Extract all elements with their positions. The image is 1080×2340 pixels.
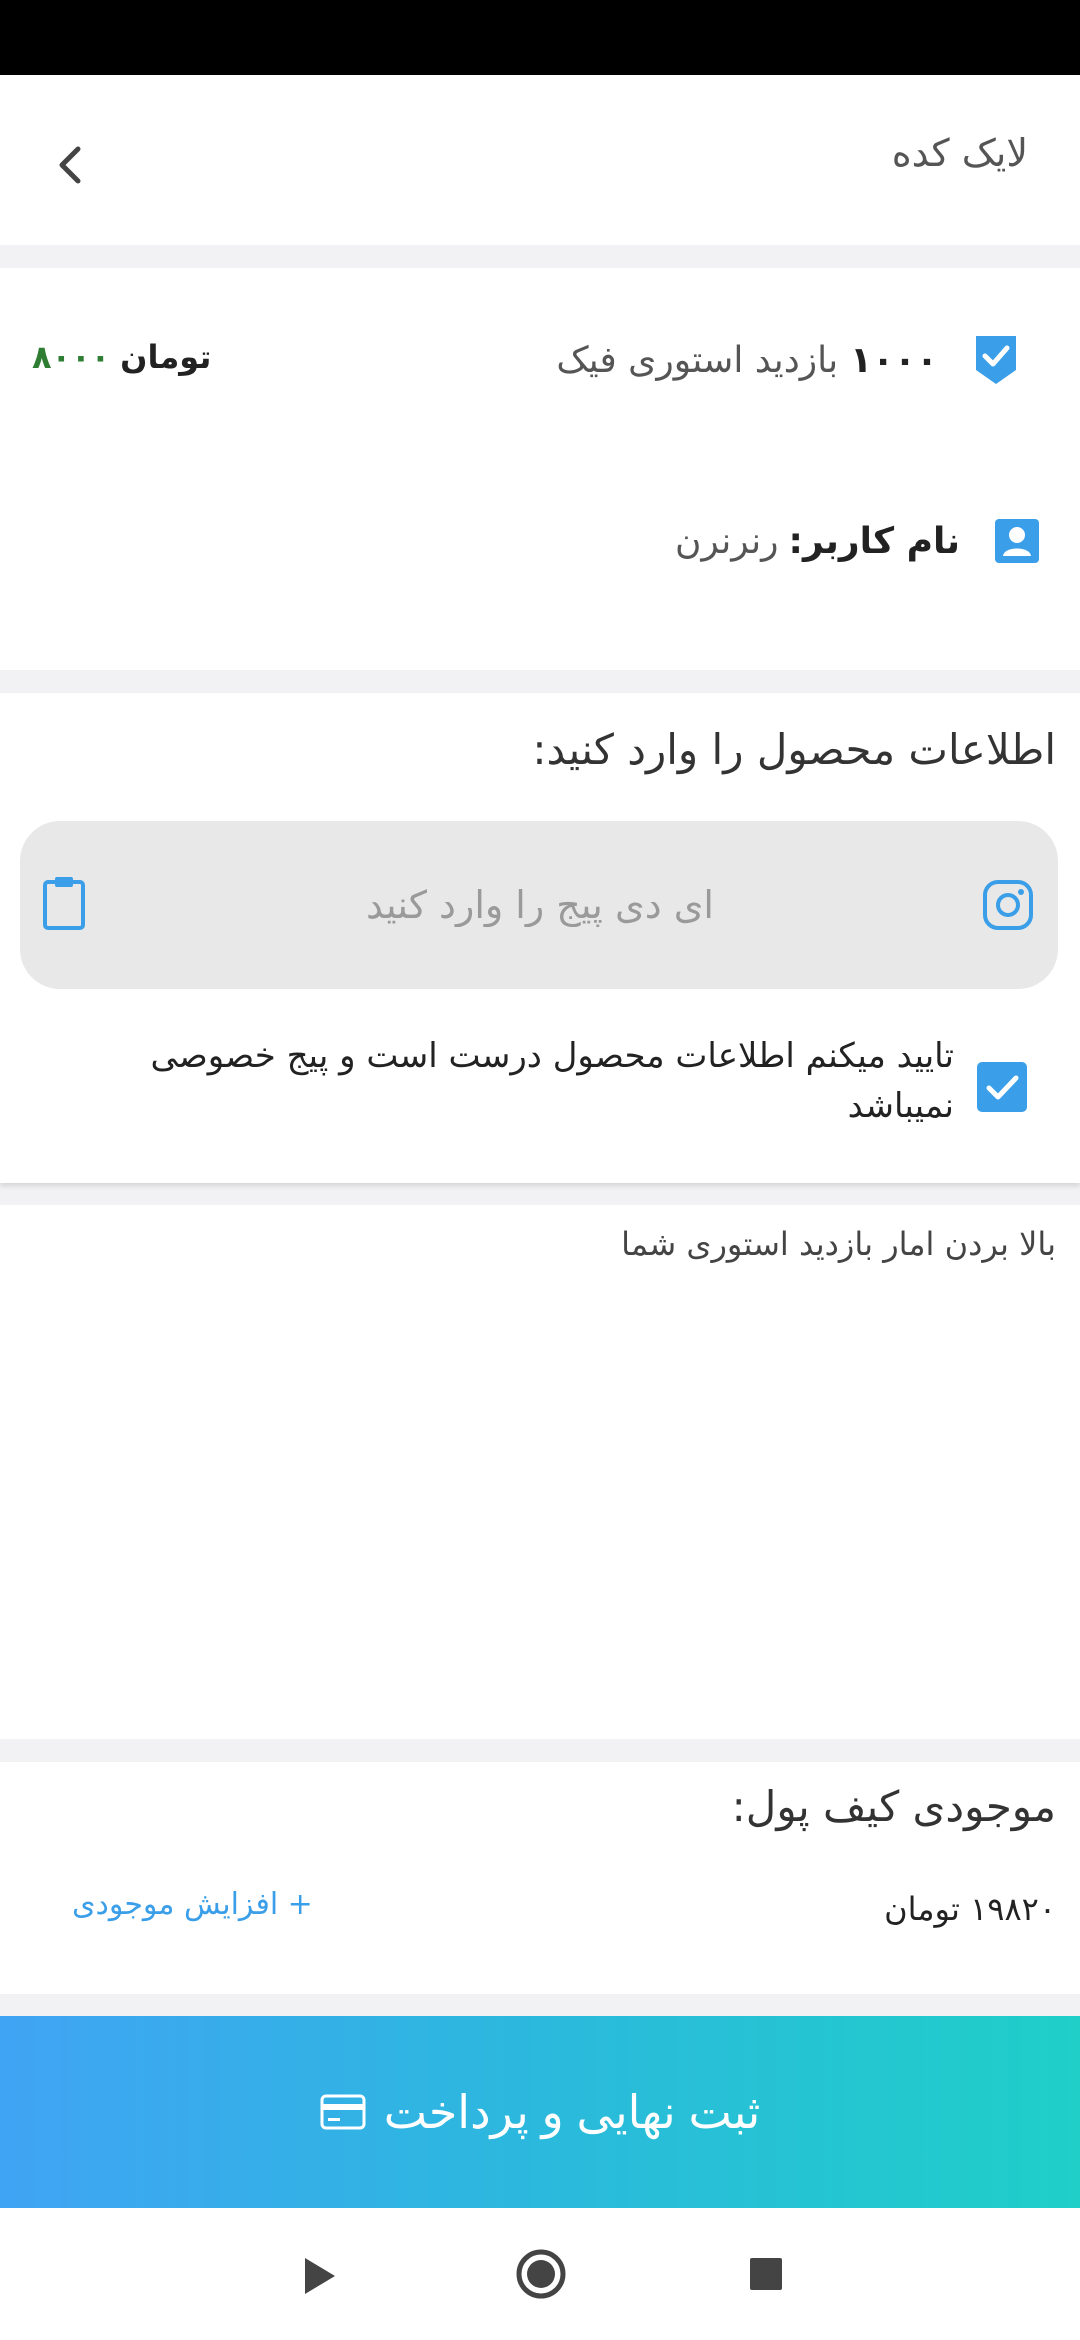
product-info-card: اطلاعات محصول را وارد کنید: تایید میکنم … <box>0 693 1080 1183</box>
checkbox-icon[interactable] <box>976 1061 1028 1113</box>
description-card: بالا بردن امار بازدید استوری شما <box>0 1205 1080 1739</box>
username-label: نام کاربر: <box>788 520 960 562</box>
page-id-input[interactable] <box>130 821 950 989</box>
order-item: ۱۰۰۰ بازدید استوری فیک <box>556 332 1020 388</box>
confirm-text: تایید میکنم اطلاعات محصول درست است و پیج… <box>150 1036 954 1126</box>
chevron-left-icon <box>59 146 81 184</box>
wallet-title: موجودی کیف پول: <box>731 1782 1056 1831</box>
credit-card-icon <box>320 2094 366 2130</box>
instagram-icon <box>983 880 1033 930</box>
order-quantity: ۱۰۰۰ <box>850 339 938 381</box>
username-value: رنرنرن <box>674 520 779 562</box>
back-button[interactable] <box>40 135 100 195</box>
description-text: بالا بردن امار بازدید استوری شما <box>621 1225 1056 1263</box>
price-value: ۸۰۰۰ <box>32 338 111 376</box>
shield-check-icon <box>976 336 1016 384</box>
pay-button-label: ثبت نهایی و پرداخت <box>383 2086 761 2138</box>
page-id-field[interactable] <box>20 821 1058 989</box>
order-summary-card: ۱۰۰۰ بازدید استوری فیک تومان ۸۰۰۰ نام کا… <box>0 268 1080 670</box>
app-title: لایک کده <box>891 131 1028 175</box>
confirm-row: تایید میکنم اطلاعات محصول درست است و پیج… <box>114 1031 1028 1131</box>
price-unit: تومان <box>120 338 212 376</box>
system-nav-bar <box>0 2208 1080 2340</box>
nav-recent-icon[interactable] <box>748 2256 784 2292</box>
product-info-title: اطلاعات محصول را وارد کنید: <box>532 725 1056 774</box>
order-label: بازدید استوری فیک <box>556 339 839 381</box>
user-icon <box>995 519 1039 563</box>
order-price: تومان ۸۰۰۰ <box>32 338 211 376</box>
nav-back-icon[interactable] <box>300 2254 340 2298</box>
username-row: نام کاربر: رنرنرن <box>675 518 1040 564</box>
app-bar: لایک کده <box>0 75 1080 245</box>
add-balance-link[interactable]: + افزایش موجودی <box>72 1887 313 1922</box>
status-bar <box>0 0 1080 75</box>
nav-home-icon[interactable] <box>515 2248 567 2300</box>
pay-button[interactable]: ثبت نهایی و پرداخت <box>0 2016 1080 2208</box>
wallet-card: موجودی کیف پول: ۱۹۸۲۰ تومان + افزایش موج… <box>0 1762 1080 1994</box>
wallet-balance: ۱۹۸۲۰ تومان <box>884 1890 1056 1928</box>
clipboard-icon[interactable] <box>42 875 86 931</box>
